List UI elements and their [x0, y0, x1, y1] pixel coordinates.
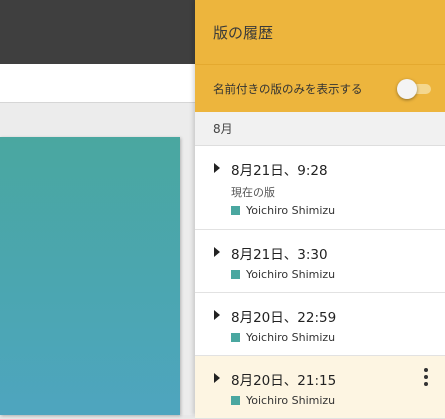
expand-icon[interactable]: [214, 310, 220, 320]
month-label: 8月: [213, 122, 233, 136]
named-versions-filter[interactable]: 名前付きの版のみを表示する: [195, 64, 445, 112]
version-date: 8月21日、9:28: [231, 163, 328, 179]
panel-title: 版の履歴: [213, 23, 274, 42]
toggle-knob[interactable]: [397, 78, 417, 99]
author-name: Yoichiro Shimizu: [246, 331, 336, 344]
version-author: Yoichiro Shimizu: [231, 204, 335, 217]
editor-area: [0, 0, 195, 415]
author-color-swatch: [231, 270, 240, 279]
author-name: Yoichiro Shimizu: [246, 394, 336, 407]
editor-toolbar: [0, 64, 195, 103]
version-date: 8月21日、3:30: [231, 247, 328, 263]
expand-icon[interactable]: [214, 373, 220, 383]
version-history-panel: 版の履歴 名前付きの版のみを表示する 8月 8月21日、9:28 現在の版 Yo…: [195, 0, 445, 419]
expand-icon[interactable]: [214, 247, 220, 257]
version-item[interactable]: 8月21日、9:28 現在の版 Yoichiro Shimizu: [195, 146, 445, 230]
expand-icon[interactable]: [214, 163, 220, 173]
named-versions-toggle[interactable]: [397, 78, 431, 99]
version-date: 8月20日、21:15: [231, 373, 337, 389]
panel-header: 版の履歴: [195, 0, 445, 64]
current-version-label: 現在の版: [231, 186, 275, 199]
version-item[interactable]: 8月21日、3:30 Yoichiro Shimizu: [195, 230, 445, 293]
more-vertical-icon[interactable]: [423, 368, 429, 386]
month-header: 8月: [195, 112, 445, 146]
version-author: Yoichiro Shimizu: [231, 331, 335, 344]
author-name: Yoichiro Shimizu: [246, 268, 336, 281]
version-item-selected[interactable]: 8月20日、21:15 Yoichiro Shimizu: [195, 356, 445, 419]
author-color-swatch: [231, 333, 240, 342]
author-color-swatch: [231, 206, 240, 215]
app-top-bar: [0, 0, 195, 64]
version-author: Yoichiro Shimizu: [231, 394, 335, 407]
author-color-swatch: [231, 396, 240, 405]
version-author: Yoichiro Shimizu: [231, 268, 335, 281]
author-name: Yoichiro Shimizu: [246, 204, 336, 217]
version-date: 8月20日、22:59: [231, 310, 337, 326]
filter-label: 名前付きの版のみを表示する: [213, 81, 363, 96]
slide-canvas[interactable]: [0, 137, 180, 415]
version-item[interactable]: 8月20日、22:59 Yoichiro Shimizu: [195, 293, 445, 356]
